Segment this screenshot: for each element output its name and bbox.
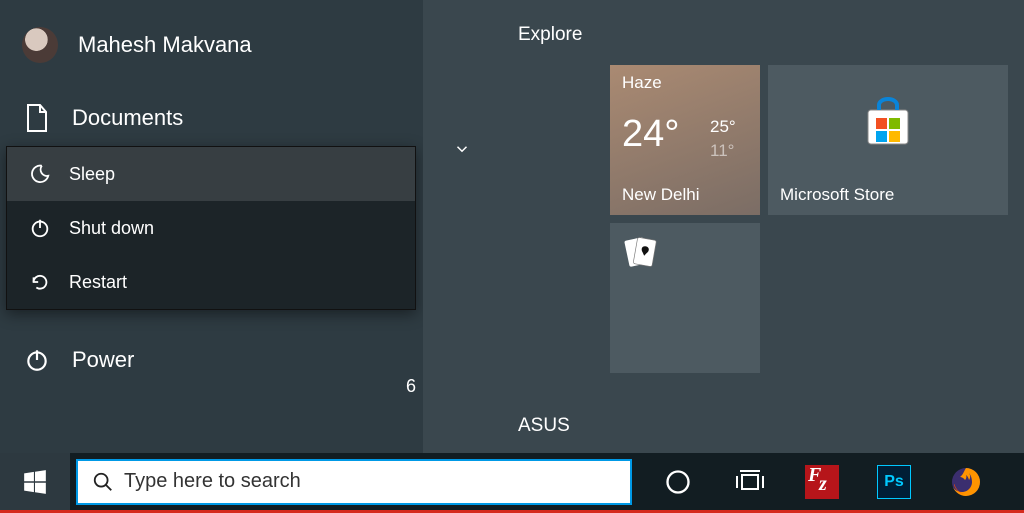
restart-label: Restart: [69, 272, 127, 293]
group-header-asus[interactable]: ASUS: [518, 415, 570, 437]
sleep-label: Sleep: [69, 164, 115, 185]
photoshop-icon: Ps: [877, 465, 911, 499]
power-menu-sleep[interactable]: Sleep: [7, 147, 415, 201]
weather-city: New Delhi: [622, 185, 699, 205]
cortana-button[interactable]: [660, 464, 696, 500]
weather-low: 11°: [710, 141, 734, 161]
obscured-list-digit: 6: [406, 376, 416, 397]
documents-item[interactable]: Documents: [0, 90, 423, 146]
avatar: [22, 27, 58, 63]
task-view-button[interactable]: [732, 464, 768, 500]
weather-tile[interactable]: Haze 24° 25° 11° New Delhi: [610, 65, 760, 215]
document-icon: [22, 103, 52, 133]
weather-temp: 24°: [622, 113, 679, 156]
windows-logo-icon: [22, 469, 48, 495]
power-icon: [22, 345, 52, 375]
taskbar-app-photoshop[interactable]: Ps: [876, 464, 912, 500]
power-menu-restart[interactable]: Restart: [7, 255, 415, 309]
taskbar-app-filezilla[interactable]: F z: [804, 464, 840, 500]
power-item[interactable]: Power: [0, 332, 423, 388]
restart-icon: [27, 269, 53, 295]
store-label: Microsoft Store: [780, 185, 894, 205]
moon-icon: [27, 161, 53, 187]
search-placeholder: Type here to search: [124, 470, 301, 493]
search-icon: [92, 471, 114, 493]
solitaire-tile[interactable]: [610, 223, 760, 373]
filezilla-icon: F z: [805, 465, 839, 499]
user-name: Mahesh Makvana: [78, 32, 252, 58]
power-icon: [27, 215, 53, 241]
search-input[interactable]: Type here to search: [76, 459, 632, 505]
start-menu-left: Mahesh Makvana Documents Sleep Shut down…: [0, 0, 423, 453]
weather-high: 25°: [710, 117, 736, 137]
taskbar-app-firefox[interactable]: [948, 464, 984, 500]
weather-condition: Haze: [622, 73, 662, 93]
power-label: Power: [72, 347, 134, 373]
group-header-explore[interactable]: Explore: [518, 24, 582, 46]
user-account-row[interactable]: Mahesh Makvana: [0, 0, 423, 90]
store-bag-icon: [862, 96, 914, 148]
taskbar: Type here to search F z Ps: [0, 453, 1024, 510]
power-submenu: Sleep Shut down Restart: [6, 146, 416, 310]
playing-cards-icon: [622, 233, 660, 271]
cortana-ring-icon: [664, 468, 692, 496]
task-view-icon: [735, 469, 765, 495]
chevron-down-icon[interactable]: [453, 140, 471, 158]
shutdown-label: Shut down: [69, 218, 154, 239]
start-button[interactable]: [0, 453, 70, 510]
power-menu-shutdown[interactable]: Shut down: [7, 201, 415, 255]
microsoft-store-tile[interactable]: Microsoft Store: [768, 65, 1008, 215]
firefox-icon: [949, 465, 983, 499]
taskbar-pinned: F z Ps: [660, 464, 984, 500]
documents-label: Documents: [72, 105, 183, 131]
start-menu-tiles: Explore Haze 24° 25° 11° New Delhi Micro…: [423, 0, 1024, 453]
